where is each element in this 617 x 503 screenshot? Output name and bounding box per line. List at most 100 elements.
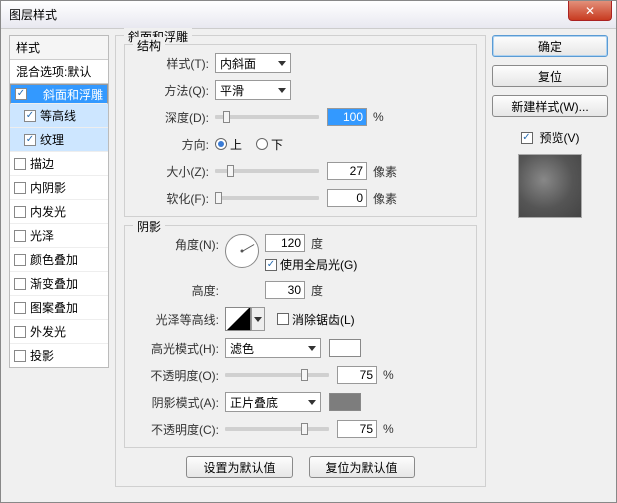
chevron-down-icon (308, 346, 316, 351)
style-checkbox[interactable] (15, 88, 27, 100)
highlight-opacity-unit: % (383, 368, 394, 382)
style-item-2[interactable]: 纹理 (10, 128, 108, 152)
soften-input[interactable]: 0 (327, 189, 367, 207)
shadow-color-swatch[interactable] (329, 393, 361, 411)
style-list: 样式 混合选项:默认 斜面和浮雕等高线纹理描边内阴影内发光光泽颜色叠加渐变叠加图… (9, 35, 109, 368)
altitude-row: 高度: 30 度 (133, 280, 468, 300)
style-checkbox[interactable] (24, 134, 36, 146)
right-column: 确定 复位 新建样式(W)... 预览(V) (492, 35, 608, 494)
reset-button[interactable]: 复位 (492, 65, 608, 87)
angle-row: 角度(N): 120 度 使用全局光(G) (133, 234, 468, 273)
depth-slider[interactable] (215, 115, 319, 119)
direction-up-radio[interactable] (215, 138, 227, 150)
depth-label: 深度(D): (133, 109, 215, 126)
reset-default-button[interactable]: 复位为默认值 (309, 456, 415, 478)
style-item-label: 颜色叠加 (30, 251, 78, 268)
style-checkbox[interactable] (14, 254, 26, 266)
style-checkbox[interactable] (14, 206, 26, 218)
preview-label: 预览(V) (540, 129, 580, 146)
shadow-opacity-input[interactable]: 75 (337, 420, 377, 438)
angle-right-col: 120 度 使用全局光(G) (265, 234, 357, 273)
style-item-8[interactable]: 渐变叠加 (10, 272, 108, 296)
shadow-opacity-unit: % (383, 422, 394, 436)
angle-input[interactable]: 120 (265, 234, 305, 252)
blend-options-row[interactable]: 混合选项:默认 (10, 60, 108, 84)
antialias-checkbox[interactable] (277, 313, 289, 325)
style-item-label: 图案叠加 (30, 299, 78, 316)
highlight-mode-value: 滤色 (230, 340, 254, 357)
style-item-3[interactable]: 描边 (10, 152, 108, 176)
shadow-opacity-row: 不透明度(C): 75 % (133, 419, 468, 439)
style-checkbox[interactable] (14, 230, 26, 242)
style-list-header[interactable]: 样式 (10, 36, 108, 60)
style-item-7[interactable]: 颜色叠加 (10, 248, 108, 272)
style-label: 样式(T): (133, 55, 215, 72)
global-light-checkbox[interactable] (265, 259, 277, 271)
style-checkbox[interactable] (14, 278, 26, 290)
angle-dial[interactable] (225, 234, 259, 268)
depth-row: 深度(D): 100 % (133, 107, 468, 127)
angle-unit: 度 (311, 235, 323, 252)
preview-checkbox[interactable] (521, 132, 533, 144)
method-label: 方法(Q): (133, 82, 215, 99)
new-style-button[interactable]: 新建样式(W)... (492, 95, 608, 117)
shadow-opacity-label: 不透明度(C): (133, 421, 225, 438)
highlight-opacity-slider[interactable] (225, 373, 329, 377)
titlebar: 图层样式 ✕ (1, 1, 616, 29)
style-checkbox[interactable] (14, 182, 26, 194)
angle-label: 角度(N): (133, 234, 225, 253)
altitude-input[interactable]: 30 (265, 281, 305, 299)
preview-thumbnail (518, 154, 582, 218)
preview-toggle-row: 预览(V) (492, 129, 608, 146)
style-item-label: 等高线 (40, 107, 76, 124)
main-column: 斜面和浮雕 结构 样式(T): 内斜面 方法(Q): 平滑 深度(D): 10 (115, 35, 486, 494)
depth-unit: % (373, 110, 384, 124)
shadow-mode-select[interactable]: 正片叠底 (225, 392, 321, 412)
style-item-label: 描边 (30, 155, 54, 172)
direction-up-label: 上 (230, 136, 242, 153)
size-input[interactable]: 27 (327, 162, 367, 180)
chevron-down-icon (278, 88, 286, 93)
chevron-down-icon (278, 61, 286, 66)
size-slider[interactable] (215, 169, 319, 173)
gloss-contour-picker[interactable] (251, 307, 265, 331)
style-item-5[interactable]: 内发光 (10, 200, 108, 224)
title-text: 图层样式 (9, 6, 57, 23)
highlight-mode-label: 高光模式(H): (133, 340, 225, 357)
direction-down-radio[interactable] (256, 138, 268, 150)
method-select-value: 平滑 (220, 82, 244, 99)
soften-slider[interactable] (215, 196, 319, 200)
ok-button[interactable]: 确定 (492, 35, 608, 57)
style-checkbox[interactable] (24, 110, 36, 122)
gloss-contour-swatch[interactable] (225, 307, 251, 331)
global-light-label: 使用全局光(G) (280, 256, 357, 273)
style-checkbox[interactable] (14, 326, 26, 338)
style-item-label: 纹理 (40, 131, 64, 148)
highlight-opacity-row: 不透明度(O): 75 % (133, 365, 468, 385)
highlight-mode-select[interactable]: 滤色 (225, 338, 321, 358)
depth-input[interactable]: 100 (327, 108, 367, 126)
style-item-9[interactable]: 图案叠加 (10, 296, 108, 320)
close-button[interactable]: ✕ (568, 1, 612, 21)
style-item-label: 斜面和浮雕 (43, 86, 103, 103)
method-select[interactable]: 平滑 (215, 80, 291, 100)
soften-row: 软化(F): 0 像素 (133, 188, 468, 208)
shadow-opacity-slider[interactable] (225, 427, 329, 431)
style-checkbox[interactable] (14, 302, 26, 314)
style-select[interactable]: 内斜面 (215, 53, 291, 73)
highlight-color-swatch[interactable] (329, 339, 361, 357)
style-item-1[interactable]: 等高线 (10, 104, 108, 128)
make-default-button[interactable]: 设置为默认值 (186, 456, 292, 478)
style-item-6[interactable]: 光泽 (10, 224, 108, 248)
style-checkbox[interactable] (14, 158, 26, 170)
style-item-4[interactable]: 内阴影 (10, 176, 108, 200)
soften-unit: 像素 (373, 190, 397, 207)
style-item-10[interactable]: 外发光 (10, 320, 108, 344)
structure-legend: 结构 (133, 37, 165, 54)
antialias-label: 消除锯齿(L) (292, 311, 355, 328)
style-checkbox[interactable] (14, 350, 26, 362)
shadow-mode-row: 阴影模式(A): 正片叠底 (133, 392, 468, 412)
style-item-11[interactable]: 投影 (10, 344, 108, 367)
highlight-opacity-input[interactable]: 75 (337, 366, 377, 384)
style-item-0[interactable]: 斜面和浮雕 (10, 84, 108, 104)
